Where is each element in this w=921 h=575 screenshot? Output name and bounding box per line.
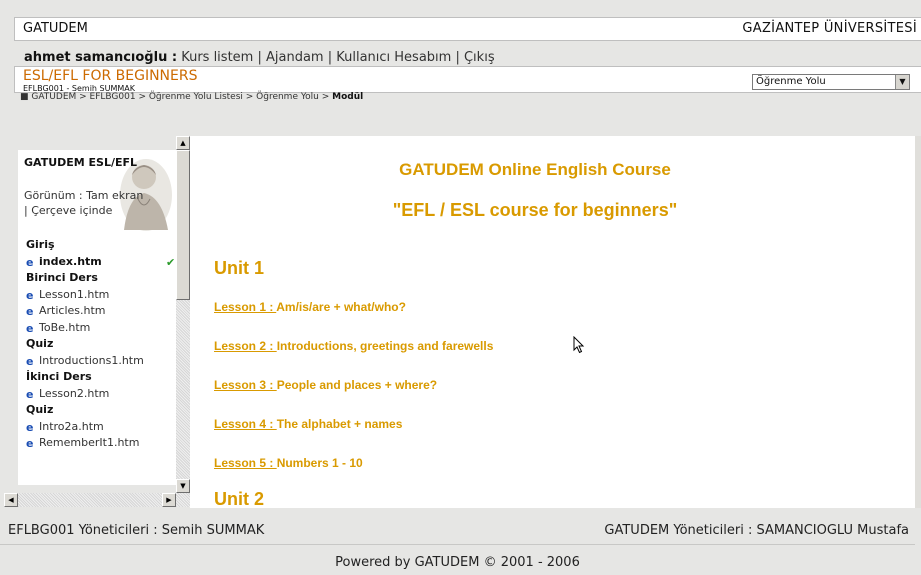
check-icon: ✔ (166, 255, 176, 269)
nav-account-link[interactable]: Kullanıcı Hesabım (336, 50, 451, 65)
lesson-link-5[interactable]: Lesson 5 : Numbers 1 - 10 (214, 456, 363, 470)
lesson-link-2[interactable]: Lesson 2 : Introductions, greetings and … (214, 339, 493, 353)
footer: EFLBG001 Yöneticileri : Semih SUMMAK GAT… (0, 508, 921, 575)
tree-item-introductions1[interactable]: e Introductions1.htm (26, 354, 144, 371)
tree-section: Birinci Ders (26, 271, 98, 284)
view-framed-link[interactable]: | Çerçeve içinde (24, 203, 143, 218)
tree-section: Giriş (26, 238, 55, 251)
mouse-cursor-icon (573, 336, 585, 354)
ie-icon: e (26, 305, 34, 318)
platform-admins: GATUDEM Yöneticileri : SAMANCIOGLU Musta… (604, 523, 909, 538)
tree-item-rememberit1[interactable]: e RememberIt1.htm (26, 436, 144, 453)
brand-label: GATUDEM (23, 21, 88, 36)
ie-icon: e (26, 354, 34, 368)
content-title: GATUDEM Online English Course (399, 160, 671, 179)
user-nav: ahmet samancıoğlu : Kurs listem | Ajanda… (24, 50, 495, 65)
tree-item-intro2a[interactable]: e Intro2a.htm (26, 420, 144, 437)
scroll-right-icon[interactable]: ▶ (162, 493, 176, 507)
nav-logout-link[interactable]: Çıkış (464, 50, 495, 65)
view-fullscreen-link[interactable]: Görünüm : Tam ekran (24, 188, 143, 203)
course-admin-name[interactable]: Semih SUMMAK (162, 523, 265, 538)
tree-item-lesson2[interactable]: e Lesson2.htm (26, 387, 144, 404)
lesson-link-3[interactable]: Lesson 3 : People and places + where? (214, 378, 437, 392)
tree-item-lesson1[interactable]: e Lesson1.htm (26, 288, 144, 305)
nav-agenda-link[interactable]: Ajandam (266, 50, 324, 65)
ie-icon: e (26, 420, 34, 434)
sidebar-vertical-scrollbar[interactable]: ▲ ▼ (176, 136, 190, 493)
scroll-up-icon[interactable]: ▲ (176, 136, 190, 150)
unit-heading: Unit 1 (214, 258, 265, 278)
tree-item-tobe[interactable]: e ToBe.htm (26, 321, 144, 338)
powered-by: Powered by GATUDEM © 2001 - 2006 (335, 555, 580, 570)
breadcrumb: ■ GATUDEM > EFLBG001 > Öğrenme Yolu List… (20, 92, 363, 102)
ie-icon: e (26, 288, 34, 302)
lesson-link-1[interactable]: Lesson 1 : Am/is/are + what/who? (214, 300, 406, 314)
course-title: ESL/EFL FOR BEGINNERS (23, 68, 198, 84)
chevron-down-icon[interactable]: ▼ (895, 75, 909, 89)
ie-icon: e (26, 387, 34, 401)
learning-path-select[interactable]: Öğrenme Yolu ▼ (752, 74, 910, 90)
tree-item-index[interactable]: e index.htm ✔ (26, 255, 175, 272)
sidebar: GATUDEM ESL/EFL Görünüm : Tam ekran | Çe… (18, 150, 176, 485)
ie-icon: e (26, 255, 34, 269)
course-bar: ESL/EFL FOR BEGINNERS EFLBG001 - Semih S… (14, 66, 921, 93)
lesson-link-4[interactable]: Lesson 4 : The alphabet + names (214, 417, 402, 431)
view-mode: Görünüm : Tam ekran | Çerçeve içinde (24, 188, 143, 218)
select-value: Öğrenme Yolu (756, 76, 826, 87)
top-bar: GATUDEM GAZİANTEP ÜNİVERSİTESİ (14, 17, 921, 41)
tree-section: İkinci Ders (26, 370, 92, 383)
main-vertical-scrollbar[interactable] (915, 136, 921, 508)
tree-item-articles[interactable]: e Articles.htm (26, 304, 144, 321)
user-name: ahmet samancıoğlu : (24, 50, 178, 65)
lesson-tree: Giriş e index.htm ✔ Birinci Ders e Lesson1.… (26, 238, 175, 453)
tree-section: Quiz (26, 337, 54, 350)
sidebar-title: GATUDEM ESL/EFL (24, 156, 138, 169)
content-frame: GATUDEM Online English Course "EFL / ESL… (190, 136, 915, 508)
sidebar-horizontal-scrollbar[interactable]: ◀ ▶ (4, 493, 190, 507)
unit-heading: Unit 2 (214, 489, 265, 508)
platform-admin-name[interactable]: SAMANCIOGLU Mustafa (756, 523, 909, 538)
nav-course-list-link[interactable]: Kurs listem (181, 50, 253, 65)
scroll-thumb[interactable] (176, 150, 190, 300)
university-label: GAZİANTEP ÜNİVERSİTESİ (742, 21, 917, 36)
ie-icon: e (26, 321, 34, 335)
ie-icon: e (26, 437, 34, 450)
course-admins: EFLBG001 Yöneticileri : Semih SUMMAK (8, 523, 265, 538)
tree-section: Quiz (26, 403, 54, 416)
breadcrumb-current: Modül (332, 92, 364, 102)
breadcrumb-path[interactable]: GATUDEM > EFLBG001 > Öğrenme Yolu Listes… (31, 92, 332, 102)
home-icon: ■ (20, 92, 32, 102)
scroll-left-icon[interactable]: ◀ (4, 493, 18, 507)
scroll-down-icon[interactable]: ▼ (176, 479, 190, 493)
footer-divider (0, 544, 915, 545)
content-subtitle: "EFL / ESL course for beginners" (392, 200, 678, 220)
